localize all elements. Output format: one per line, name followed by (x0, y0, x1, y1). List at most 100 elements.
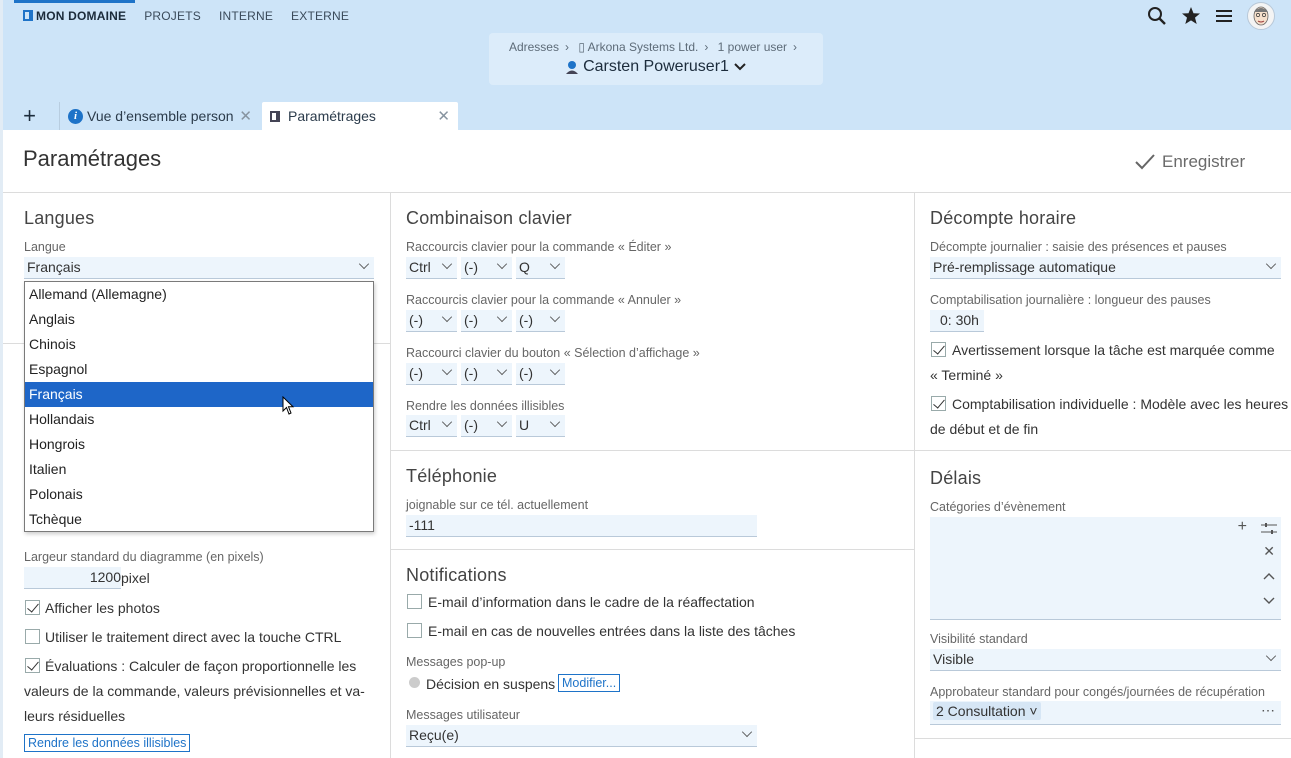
select-value: Reçu(e) (409, 727, 459, 743)
telephonie-label: joignable sur ce tél. actuellement (406, 498, 589, 512)
categories-list[interactable]: + ✕ (930, 517, 1281, 620)
annuler-key1-select[interactable]: (-) (406, 310, 457, 332)
approbateur-field[interactable]: 2 Consultation ˅ ⋯ (930, 701, 1281, 725)
modifier-button[interactable]: Modifier... (558, 674, 621, 692)
rendre-illisibles-button[interactable]: Rendre les données illisibles (24, 734, 191, 752)
pauses-input[interactable]: 0: 30h (930, 310, 984, 332)
chevron-down-icon (496, 364, 508, 376)
chevron-down-icon (441, 311, 453, 323)
langue-option-selected[interactable]: Français (25, 382, 373, 407)
key-value: (-) (464, 365, 478, 381)
add-icon[interactable]: + (1238, 518, 1247, 536)
save-button[interactable]: Enregistrer (1134, 152, 1245, 172)
tab-vue-ensemble[interactable]: i Vue d’ensemble person ✕ (60, 102, 260, 130)
langue-option[interactable]: Hollandais (25, 407, 373, 432)
breadcrumb-company[interactable]: Arkona Systems Ltd. (588, 40, 699, 54)
email-reaffectation-checkbox[interactable] (407, 594, 422, 609)
email-taches-label: E-mail en cas de nouvelles entrées dans … (428, 623, 796, 639)
divider (915, 450, 1291, 451)
key-value: (-) (519, 365, 533, 381)
key-value: (-) (409, 312, 423, 328)
largeur-input[interactable]: 1200 (24, 567, 121, 589)
avertissement-label: Avertissement lorsque la tâche est marqu… (952, 342, 1275, 358)
menu-icon[interactable] (1213, 4, 1237, 28)
langue-option[interactable]: Allemand (Allemagne) (25, 282, 373, 307)
visibilite-select[interactable]: Visible (930, 649, 1281, 671)
mouse-cursor-icon (282, 396, 295, 415)
photos-checkbox[interactable] (25, 600, 40, 615)
chevron-down-icon (549, 364, 561, 376)
langue-select[interactable]: Français (24, 257, 374, 279)
column-decompte: Décompte horaire Décompte journalier : s… (915, 193, 1291, 758)
section-heading-langues: Langues (24, 208, 95, 228)
chevron-down-icon (496, 258, 508, 270)
nav-mon-domaine[interactable]: MON DOMAINE (14, 0, 136, 30)
tab-label: Paramétrages (288, 108, 376, 124)
breadcrumb-user[interactable]: 1 power user (718, 40, 787, 54)
langue-option[interactable]: Hongrois (25, 432, 373, 457)
illisible-key1-select[interactable]: Ctrl (406, 415, 457, 437)
email-taches-checkbox[interactable] (407, 623, 422, 638)
langue-option[interactable]: Espagnol (25, 357, 373, 382)
remove-icon[interactable]: ✕ (1263, 543, 1275, 560)
tab-parametrages[interactable]: Paramétrages ✕ (262, 102, 458, 130)
main-nav: MON DOMAINE PROJETS INTERNE EXTERNE (14, 0, 358, 30)
select-value: Visible (933, 651, 974, 667)
messages-utilisateur-select[interactable]: Reçu(e) (406, 725, 757, 747)
editer-key1-select[interactable]: Ctrl (406, 257, 457, 279)
annuler-label: Raccourcis clavier pour la commande « An… (406, 293, 682, 307)
popup-label: Messages pop-up (406, 655, 506, 669)
tab-bar: + i Vue d’ensemble person ✕ Paramétrages ✕ (0, 100, 458, 130)
selection-key2-select[interactable]: (-) (461, 363, 512, 385)
evaluations-label: Évaluations : Calculer de façon proporti… (45, 658, 357, 674)
editer-label: Raccourcis clavier pour la commande « Éd… (406, 240, 672, 254)
annuler-key2-select[interactable]: (-) (461, 310, 512, 332)
annuler-key3-select[interactable]: (-) (516, 310, 565, 332)
langue-option[interactable]: Chinois (25, 332, 373, 357)
star-icon[interactable] (1179, 4, 1203, 28)
selection-key1-select[interactable]: (-) (406, 363, 457, 385)
telephone-input[interactable]: -111 (406, 515, 757, 537)
close-icon[interactable]: ✕ (239, 107, 252, 125)
nav-externe[interactable]: EXTERNE (282, 0, 358, 30)
largeur-unit: pixel (121, 570, 150, 586)
close-icon[interactable]: ✕ (437, 107, 450, 125)
nav-projets[interactable]: PROJETS (135, 0, 210, 30)
chevron-down-icon (441, 364, 453, 376)
breadcrumb-adresses[interactable]: Adresses (509, 40, 559, 54)
visibilite-label: Visibilité standard (930, 632, 1028, 646)
journalier-select[interactable]: Pré-remplissage automatique (930, 257, 1281, 279)
selection-key3-select[interactable]: (-) (516, 363, 565, 385)
avertissement-checkbox[interactable] (931, 342, 946, 357)
more-icon[interactable]: ⋯ (1261, 702, 1275, 719)
langue-option[interactable]: Anglais (25, 307, 373, 332)
chevron-down-icon (1265, 650, 1277, 662)
comptabilisation-checkbox[interactable] (931, 396, 946, 411)
ctrl-checkbox[interactable] (25, 629, 40, 644)
evaluations-checkbox[interactable] (25, 658, 40, 673)
record-title[interactable]: Carsten Poweruser1 (489, 58, 823, 76)
avatar[interactable] (1247, 2, 1275, 30)
langue-option[interactable]: Polonais (25, 482, 373, 507)
pauses-hours: 0 (940, 312, 948, 328)
building-icon: ▯ (578, 40, 585, 54)
add-tab-button[interactable]: + (0, 102, 60, 130)
langue-option[interactable]: Italien (25, 457, 373, 482)
filter-settings-icon[interactable] (1261, 522, 1277, 536)
chevron-up-icon[interactable] (1263, 572, 1275, 580)
chevron-down-icon[interactable] (1263, 597, 1275, 605)
settings-page-icon (270, 110, 280, 122)
illisible-key3-select[interactable]: U (516, 415, 565, 437)
key-value: (-) (519, 312, 533, 328)
nav-interne[interactable]: INTERNE (210, 0, 282, 30)
key-value: (-) (464, 417, 478, 433)
illisible-key2-select[interactable]: (-) (461, 415, 512, 437)
editer-key3-select[interactable]: Q (516, 257, 565, 279)
langue-option[interactable]: Tchèque (25, 507, 373, 532)
section-heading-clavier: Combinaison clavier (406, 208, 572, 228)
editer-key2-select[interactable]: (-) (461, 257, 512, 279)
approbateur-tag[interactable]: 2 Consultation ˅ (933, 702, 1041, 720)
search-icon[interactable] (1145, 4, 1169, 28)
left-border (0, 0, 3, 758)
evaluations-label-line2: valeurs de la commande, valeurs prévisio… (24, 683, 365, 699)
